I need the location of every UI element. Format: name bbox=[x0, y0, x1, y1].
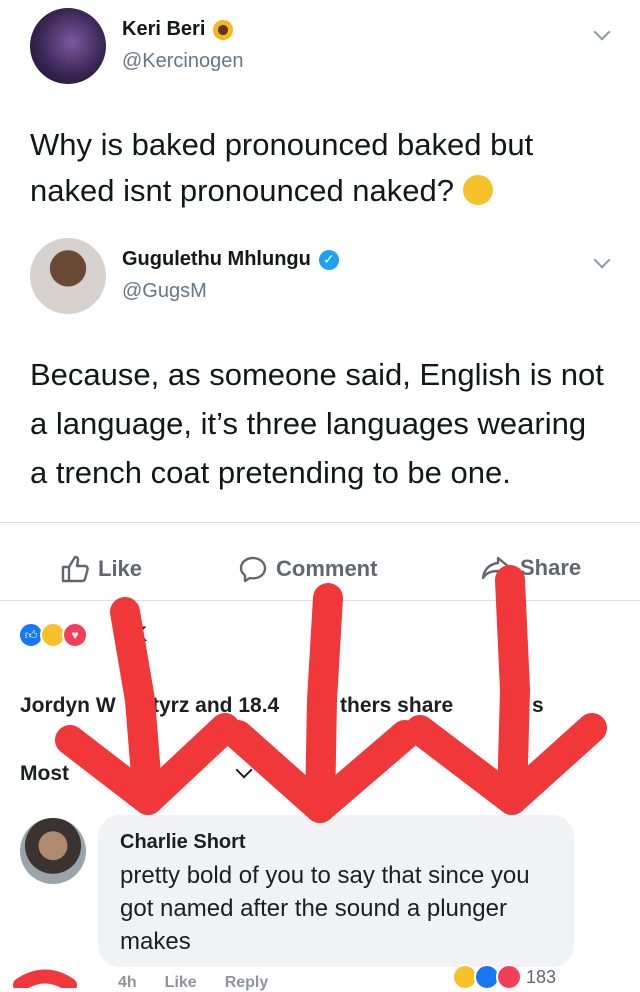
comment-label: Comment bbox=[276, 556, 378, 581]
tweet1-text: Why is baked pronounced baked but naked … bbox=[30, 127, 534, 208]
like-label: Like bbox=[98, 556, 143, 581]
comment-bubble: Charlie Short pretty bold of you to say … bbox=[98, 815, 574, 967]
comment-timestamp: 4h bbox=[118, 974, 137, 991]
action-bar-divider-top bbox=[0, 522, 640, 523]
shares-text-part1: Jordyn W bbox=[20, 694, 116, 717]
sort-label: Most bbox=[20, 762, 69, 785]
like-button[interactable]: Like bbox=[60, 555, 142, 583]
red-arrow-right bbox=[405, 565, 607, 815]
thumbs-up-icon bbox=[61, 555, 89, 583]
share-button[interactable]: Share bbox=[480, 555, 581, 581]
avatar-keri-beri[interactable] bbox=[30, 8, 106, 84]
tweet1-handle[interactable]: @Kercinogen bbox=[122, 50, 243, 73]
comment-icon bbox=[239, 556, 267, 583]
chevron-down-icon bbox=[235, 761, 253, 779]
avatar-charlie-short[interactable] bbox=[20, 818, 86, 884]
sunflower-icon bbox=[213, 19, 234, 40]
tweet2-author-name[interactable]: Gugulethu Mhlungu bbox=[122, 248, 311, 271]
comment-text: pretty bold of you to say that since you… bbox=[120, 862, 530, 955]
comment-author[interactable]: Charlie Short bbox=[120, 831, 246, 854]
tweet1-author-name[interactable]: Keri Beri bbox=[122, 18, 205, 41]
love-reaction-icon: ♥ bbox=[62, 622, 88, 648]
tweet2-handle[interactable]: @GugsM bbox=[122, 280, 207, 303]
red-scribble-bottom bbox=[13, 969, 77, 988]
love-reaction-icon bbox=[496, 964, 522, 990]
comment-like-link[interactable]: Like bbox=[165, 974, 197, 992]
thinking-face-icon bbox=[462, 175, 493, 205]
shares-text-part3: thers share bbox=[340, 694, 454, 717]
verified-badge-icon: ✓ bbox=[318, 249, 339, 270]
comment-sort-dropdown[interactable]: Most bbox=[20, 761, 260, 792]
share-icon bbox=[481, 556, 511, 580]
comment-button[interactable]: Comment bbox=[238, 555, 377, 583]
comment-reaction-count: 183 bbox=[526, 966, 557, 987]
reaction-count: K bbox=[132, 623, 148, 646]
comment-footer: 4h Like Reply bbox=[118, 974, 268, 992]
shares-text-part2: tyrz and 18.4 bbox=[152, 694, 280, 717]
comment-reactions[interactable]: 183 bbox=[452, 964, 556, 990]
chevron-down-icon[interactable] bbox=[593, 251, 611, 269]
comment-reply-link[interactable]: Reply bbox=[225, 974, 269, 992]
avatar-gugulethu[interactable] bbox=[30, 238, 106, 314]
share-label: Share bbox=[520, 555, 582, 580]
chevron-down-icon[interactable] bbox=[593, 23, 611, 41]
shares-text-part4: s bbox=[532, 694, 544, 717]
tweet2-text: Because, as someone said, English is not… bbox=[30, 357, 604, 490]
action-bar-divider-bottom bbox=[0, 600, 640, 601]
reactions-summary[interactable]: 👍︎ ♥ K bbox=[18, 622, 147, 648]
